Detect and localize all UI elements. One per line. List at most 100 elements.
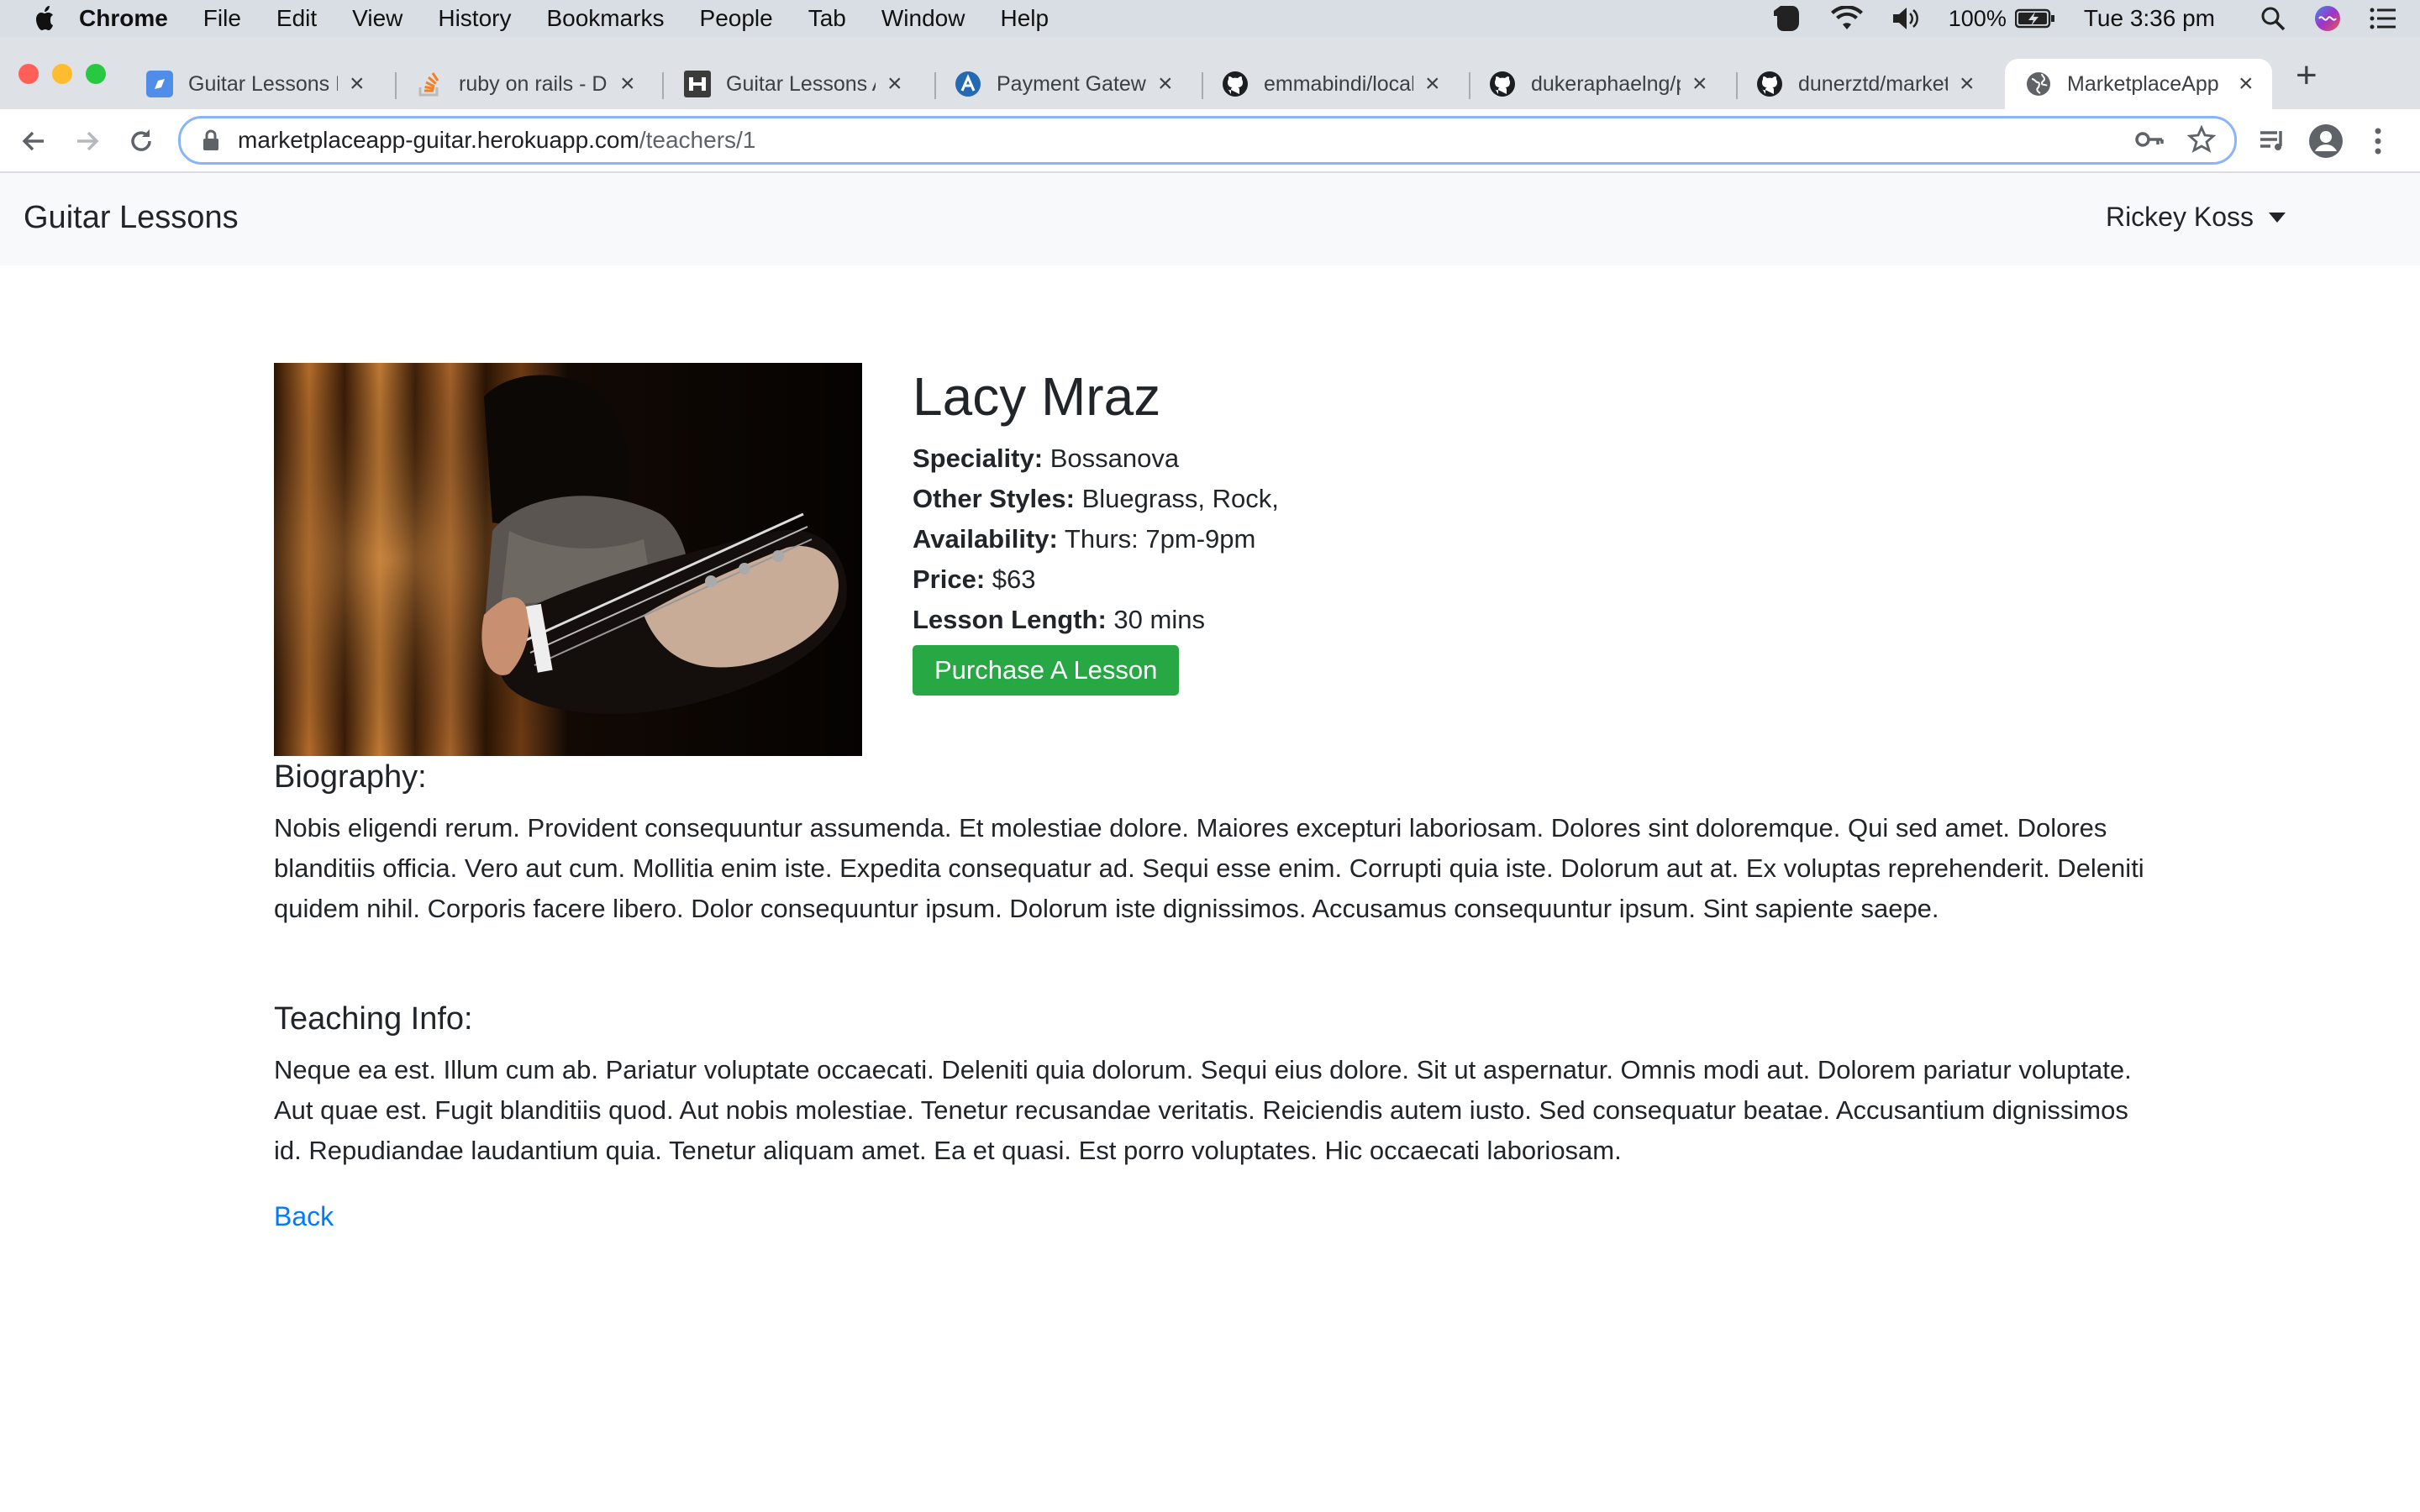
tab-close-icon[interactable]: × [1692, 70, 1707, 98]
speciality-label: Speciality: [913, 444, 1044, 473]
window-close-button[interactable] [18, 64, 39, 84]
browser-tab[interactable]: emmabindi/local × [1222, 59, 1440, 109]
app-navbar: Guitar Lessons Rickey Koss [0, 173, 2420, 265]
menu-window[interactable]: Window [881, 5, 965, 32]
profile-avatar-icon[interactable] [2307, 123, 2344, 160]
github-favicon-icon [1757, 71, 1782, 97]
price-value: $63 [992, 564, 1036, 594]
menu-help[interactable]: Help [1000, 5, 1049, 32]
menu-history[interactable]: History [438, 5, 511, 32]
tab-close-icon[interactable]: × [1425, 70, 1440, 98]
address-bar[interactable]: marketplaceapp-guitar.herokuapp.com/teac… [178, 116, 2237, 165]
speciality-row: Speciality: Bossanova [913, 438, 1921, 479]
url-path: /teachers/1 [639, 127, 756, 153]
price-row: Price: $63 [913, 559, 1921, 600]
tab-title: MarketplaceApp [2067, 71, 2219, 96]
window-minimize-button[interactable] [52, 64, 72, 84]
compass-favicon-icon [146, 71, 173, 97]
brand-link[interactable]: Guitar Lessons [24, 200, 239, 236]
teaching-info-text: Neque ea est. Illum cum ab. Pariatur vol… [274, 1055, 2132, 1165]
teacher-name: Lacy Mraz [913, 366, 1161, 427]
menu-tab[interactable]: Tab [808, 5, 846, 32]
tab-divider [662, 72, 664, 99]
biography-text: Nobis eligendi rerum. Provident consequu… [274, 813, 2144, 923]
tab-close-icon[interactable]: × [1158, 70, 1173, 98]
lock-icon[interactable] [203, 129, 219, 151]
tab-title: emmabindi/local [1264, 71, 1413, 96]
browser-toolbar: marketplaceapp-guitar.herokuapp.com/teac… [0, 109, 2420, 173]
browser-tab[interactable]: dunerztd/market × [1756, 59, 1975, 109]
back-arrow-icon[interactable] [17, 124, 50, 158]
github-favicon-icon [1223, 71, 1248, 97]
browser-tab[interactable]: dukeraphaelng/p × [1489, 59, 1707, 109]
notification-center-icon[interactable] [2370, 8, 2396, 29]
tab-close-icon[interactable]: × [350, 70, 365, 98]
speciality-value: Bossanova [1050, 444, 1180, 473]
menu-file[interactable]: File [203, 5, 241, 32]
browser-tab[interactable]: Payment Gatewa × [955, 59, 1173, 109]
key-icon[interactable] [2135, 127, 2164, 152]
lesson-length-row: Lesson Length: 30 mins [913, 600, 1921, 640]
stackoverflow-favicon-icon [418, 72, 439, 97]
tab-title: Guitar Lessons M [188, 71, 338, 96]
browser-tab[interactable]: Guitar Lessons M × [146, 59, 365, 109]
tab-divider [1469, 72, 1470, 99]
battery-percent: 100% [1948, 5, 2007, 31]
browser-tab-active[interactable]: MarketplaceApp × [2005, 59, 2272, 109]
tab-close-icon[interactable]: × [620, 70, 635, 98]
teaching-info-heading: Teaching Info: [274, 1001, 473, 1037]
teaching-info-section: Teaching Info: Neque ea est. Illum cum a… [274, 1000, 2156, 1171]
user-dropdown[interactable]: Rickey Koss [2106, 202, 2286, 233]
menu-app-name[interactable]: Chrome [79, 5, 168, 32]
tab-close-icon[interactable]: × [887, 70, 902, 98]
tab-divider [1202, 72, 1203, 99]
wifi-icon[interactable] [1830, 6, 1863, 31]
teacher-details: Lacy Mraz Speciality: Bossanova Other St… [913, 363, 1921, 696]
browser-tab[interactable]: ruby on rails - Di × [417, 59, 635, 109]
globe-favicon-icon [2027, 72, 2050, 96]
siri-icon[interactable] [2314, 5, 2341, 32]
window-zoom-button[interactable] [86, 64, 106, 84]
menu-people[interactable]: People [700, 5, 773, 32]
payment-gateway-favicon-icon [955, 71, 981, 97]
tab-title: dukeraphaelng/p [1531, 71, 1681, 96]
url-text[interactable]: marketplaceapp-guitar.herokuapp.com/teac… [238, 127, 755, 154]
availability-label: Availability: [913, 524, 1058, 554]
tab-title: Guitar Lessons A [726, 71, 876, 96]
back-link[interactable]: Back [274, 1201, 334, 1232]
lesson-length-label: Lesson Length: [913, 605, 1107, 634]
tab-title: Payment Gatewa [997, 71, 1146, 96]
new-tab-button[interactable]: + [2296, 57, 2317, 94]
tab-close-icon[interactable]: × [2238, 70, 2254, 98]
tab-divider [934, 72, 936, 99]
purchase-lesson-button[interactable]: Purchase A Lesson [913, 645, 1180, 696]
tab-title: ruby on rails - Di [459, 71, 608, 96]
battery-icon[interactable] [2014, 8, 2055, 29]
biography-heading: Biography: [274, 759, 427, 795]
apple-icon[interactable] [32, 4, 57, 33]
availability-row: Availability: Thurs: 7pm-9pm [913, 519, 1921, 559]
menu-edit[interactable]: Edit [276, 5, 317, 32]
chrome-menu-kebab-icon[interactable] [2370, 124, 2386, 158]
url-host: marketplaceapp-guitar.herokuapp.com [238, 127, 639, 153]
evernote-icon[interactable] [1770, 4, 1802, 33]
other-styles-label: Other Styles: [913, 484, 1075, 513]
tab-close-icon[interactable]: × [1960, 70, 1975, 98]
app-favicon-icon [684, 71, 711, 97]
user-name: Rickey Koss [2105, 202, 2254, 232]
volume-icon[interactable] [1891, 6, 1920, 31]
price-label: Price: [913, 564, 986, 594]
spotlight-search-icon[interactable] [2260, 6, 2286, 31]
reload-icon[interactable] [124, 124, 158, 158]
other-styles-value: Bluegrass, Rock, [1081, 484, 1279, 513]
forward-arrow-icon[interactable] [71, 124, 104, 158]
menubar-clock[interactable]: Tue 3:36 pm [2084, 5, 2215, 32]
browser-tab[interactable]: Guitar Lessons A × [684, 59, 902, 109]
menu-bookmarks[interactable]: Bookmarks [546, 5, 664, 32]
bookmark-star-icon[interactable] [2187, 125, 2216, 154]
availability-value: Thurs: 7pm-9pm [1064, 524, 1256, 554]
menu-view[interactable]: View [352, 5, 402, 32]
reading-list-icon[interactable] [2255, 124, 2289, 158]
browser-tab-strip: Guitar Lessons M × ruby on rails - Di × … [0, 37, 2420, 109]
biography-section: Biography: Nobis eligendi rerum. Provide… [274, 758, 2156, 929]
